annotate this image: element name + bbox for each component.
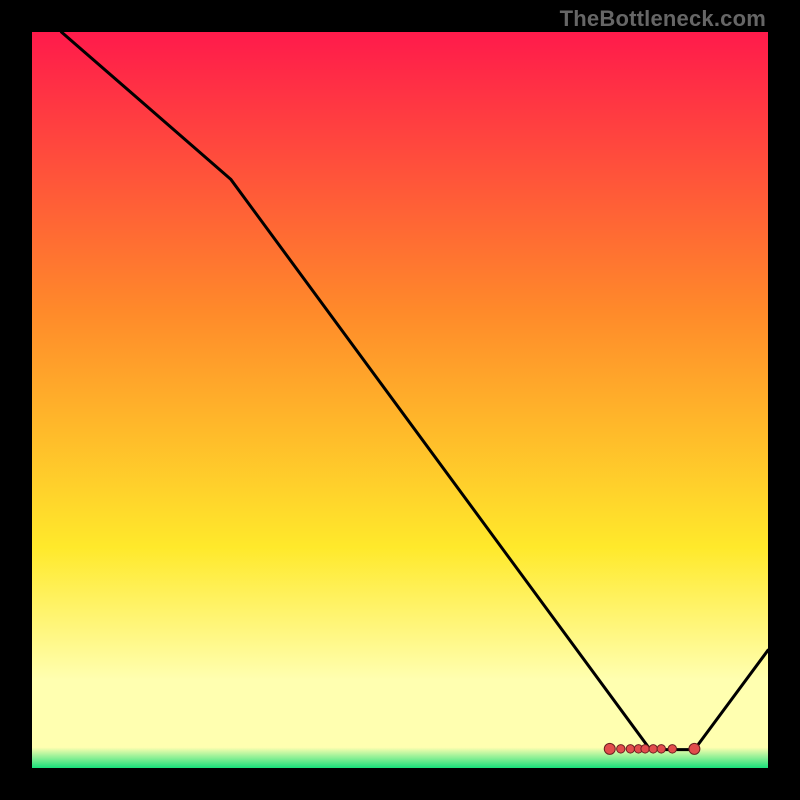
plot-frame xyxy=(32,32,768,768)
watermark-text: TheBottleneck.com xyxy=(560,6,766,32)
